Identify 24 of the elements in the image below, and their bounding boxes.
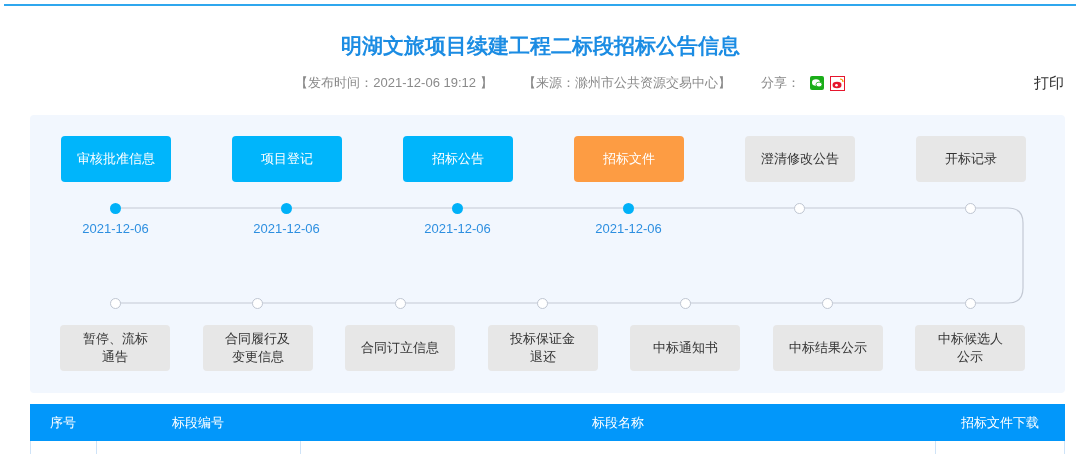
step-button[interactable]: 开标记录 [915, 136, 1026, 182]
column-header: 标段编号 [172, 413, 224, 432]
print-link[interactable]: 打印 [1034, 71, 1064, 95]
weibo-icon[interactable] [829, 75, 845, 91]
step-button[interactable]: 中标候选人 公示 [915, 325, 1026, 371]
step-button[interactable]: 合同订立信息 [345, 325, 456, 371]
step-button[interactable]: 投标保证金 退还 [487, 325, 598, 371]
wechat-icon[interactable] [809, 76, 824, 90]
step-date: 2021-12-06 [253, 220, 320, 238]
column-header: 标段名称 [591, 413, 644, 432]
step-date: 2021-12-06 [595, 220, 662, 238]
share-label: 分享： [760, 74, 800, 93]
step-button[interactable]: 暂停、流标 通告 [60, 325, 171, 371]
step-date: 2021-12-06 [424, 220, 491, 238]
step-button[interactable]: 合同履行及 变更信息 [202, 325, 313, 371]
column-header: 序号 [50, 413, 76, 432]
step-button[interactable]: 中标结果公示 [772, 325, 883, 371]
step-button[interactable]: 澄清修改公告 [744, 136, 855, 182]
page-title: 明湖文旅项目续建工程二标段招标公告信息 [340, 33, 740, 60]
column-header: 招标文件下载 [961, 413, 1039, 432]
step-button[interactable]: 中标通知书 [630, 325, 741, 371]
step-date: 2021-12-06 [82, 220, 149, 238]
publish-time: 【发布时间：2021-12-06 19:12 】 [295, 74, 493, 93]
source-info: 【来源：滁州市公共资源交易中心】 [522, 74, 731, 93]
